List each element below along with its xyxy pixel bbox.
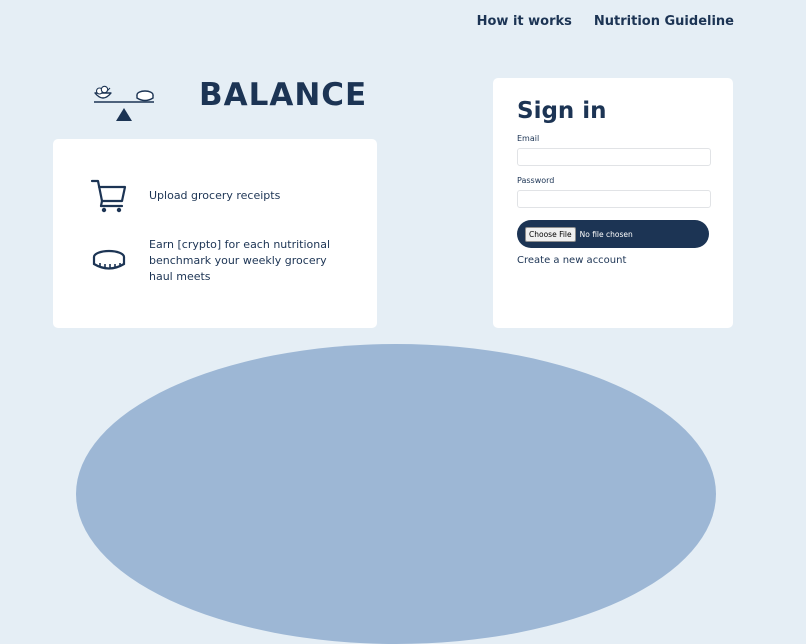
- password-field[interactable]: [517, 190, 711, 208]
- feature-text: Earn [crypto] for each nutritional bench…: [149, 238, 331, 283]
- email-field[interactable]: [517, 148, 711, 166]
- nav-nutrition-guideline-link[interactable]: Nutrition Guideline: [594, 14, 734, 29]
- password-label: Password: [517, 176, 555, 185]
- signin-card: Sign in Email Password Choose File No fi…: [493, 78, 733, 328]
- file-status-text: No file chosen: [579, 229, 633, 239]
- signin-title: Sign in: [517, 98, 607, 124]
- coin-icon: [89, 241, 129, 281]
- choose-file-button[interactable]: Choose File: [525, 226, 576, 242]
- brand-title: BALANCE: [199, 77, 368, 113]
- create-account-link[interactable]: Create a new account: [517, 255, 626, 266]
- feature-upload-receipts: Upload grocery receipts: [89, 176, 339, 216]
- nav-how-it-works-link[interactable]: How it works: [477, 14, 572, 29]
- shopping-cart-icon: [89, 176, 129, 216]
- file-upload-control[interactable]: Choose File No file chosen: [517, 220, 709, 248]
- features-card: Upload grocery receipts Earn [crypto] fo…: [53, 139, 377, 328]
- feature-text: Upload grocery receipts: [149, 189, 281, 202]
- feature-earn-crypto: Earn [crypto] for each nutritional bench…: [89, 237, 339, 285]
- decorative-hill: [76, 344, 716, 644]
- balance-scale-icon: [88, 80, 160, 126]
- top-nav: How it works Nutrition Guideline: [477, 14, 734, 29]
- email-label: Email: [517, 134, 540, 143]
